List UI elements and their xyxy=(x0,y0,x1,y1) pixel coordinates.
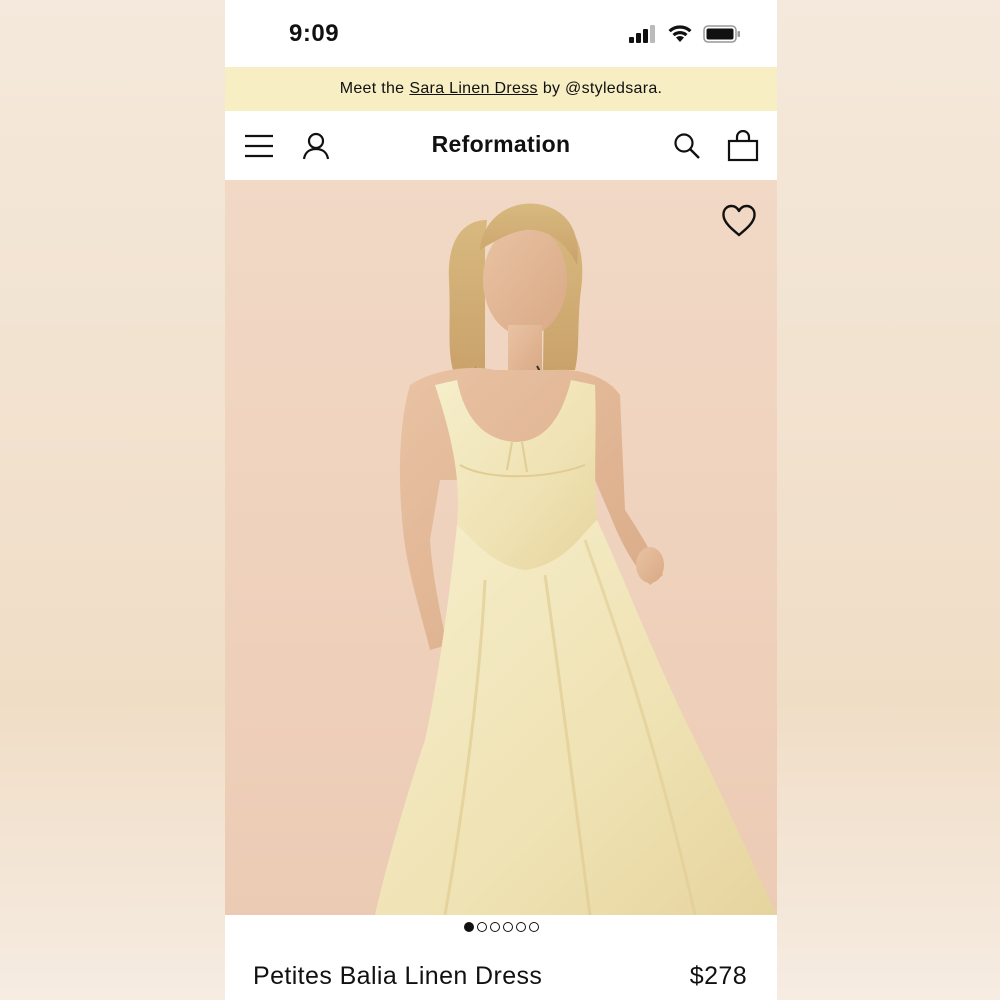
top-nav: Reformation xyxy=(225,111,777,180)
bag-icon[interactable] xyxy=(727,130,759,162)
background-left xyxy=(0,0,225,1000)
search-icon[interactable] xyxy=(671,130,703,162)
promo-suffix: by @styledsara. xyxy=(542,80,663,97)
product-name: Petites Balia Linen Dress xyxy=(253,962,543,990)
product-price: $278 xyxy=(689,962,747,990)
promo-link[interactable]: Sara Linen Dress xyxy=(409,80,537,98)
status-bar: 9:09 xyxy=(225,0,777,67)
carousel-dot[interactable] xyxy=(528,922,539,932)
carousel-dot[interactable] xyxy=(489,922,500,932)
model-photo xyxy=(375,203,777,915)
product-image[interactable] xyxy=(225,180,777,915)
carousel-dots xyxy=(225,922,777,932)
carousel-dot[interactable] xyxy=(515,922,526,932)
status-icons xyxy=(629,24,741,43)
carousel-dot[interactable] xyxy=(502,922,513,932)
promo-prefix: Meet the xyxy=(339,80,405,97)
cellular-signal-icon xyxy=(629,24,655,43)
heart-icon[interactable] xyxy=(721,204,757,240)
promo-banner: Meet the Sara Linen Dress by @styledsara… xyxy=(225,67,777,111)
battery-icon xyxy=(703,24,740,43)
carousel-dot[interactable] xyxy=(476,922,487,932)
background-right xyxy=(777,0,1000,1000)
carousel-dot[interactable] xyxy=(463,922,474,932)
status-time: 9:09 xyxy=(289,20,340,47)
wifi-icon xyxy=(668,25,692,42)
phone-screen: 9:09 Meet the Sara Linen Dress by @style… xyxy=(225,0,777,1000)
